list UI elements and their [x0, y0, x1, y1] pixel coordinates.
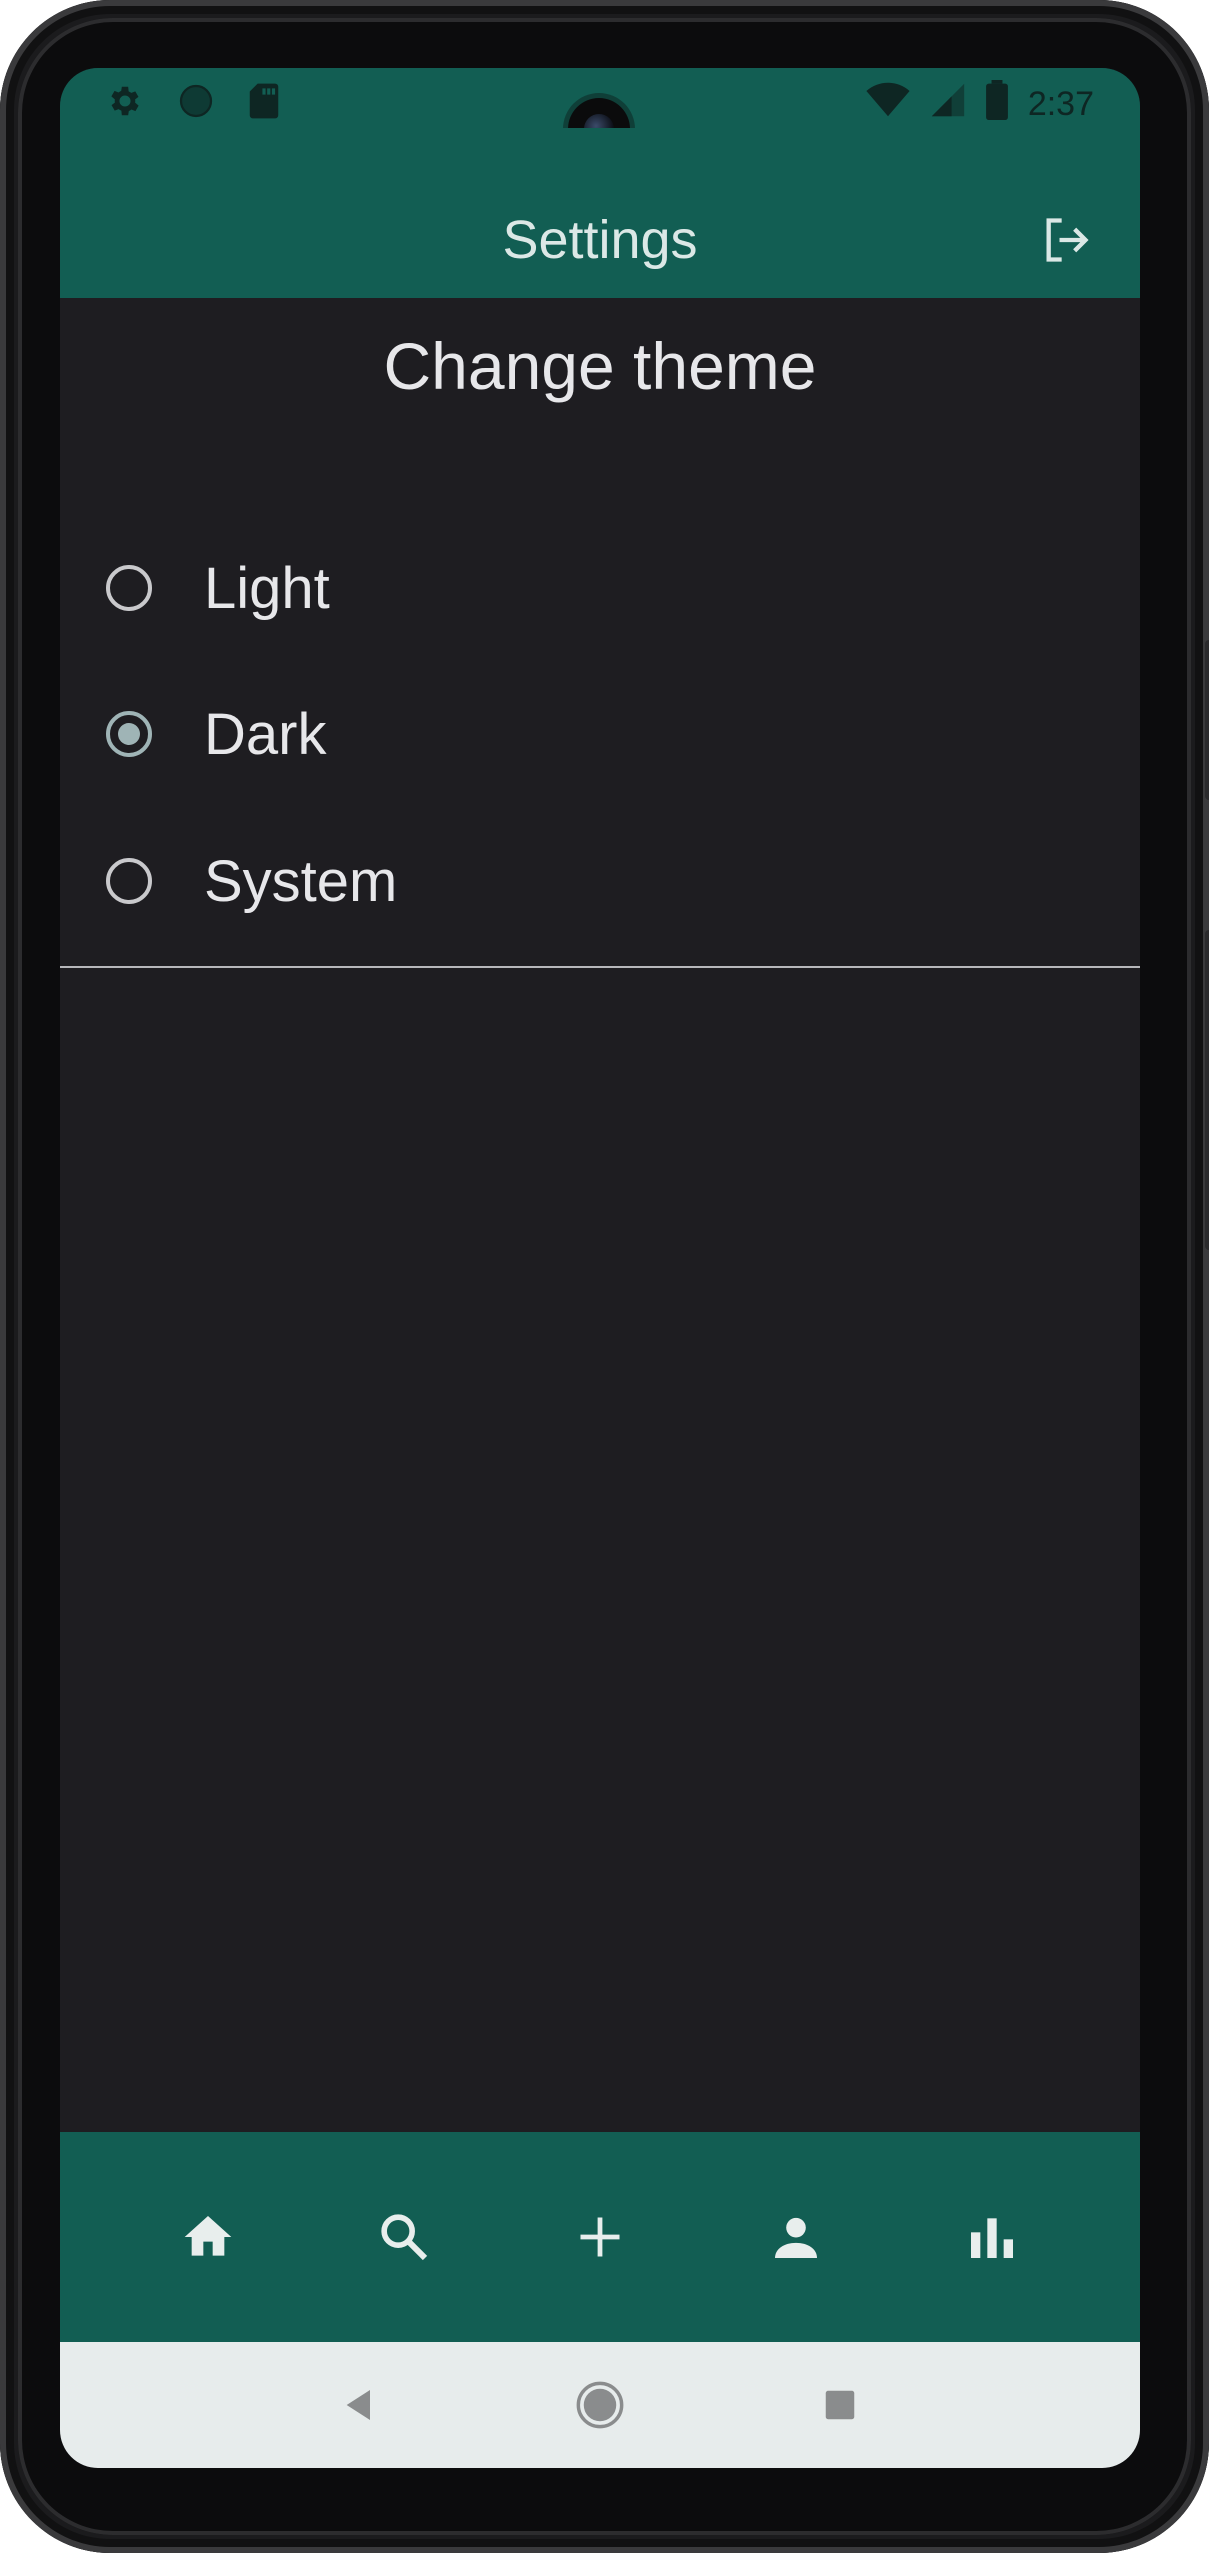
phone-frame: 2:37 Settings Change theme Light Dark Sy… [0, 0, 1209, 2553]
circle-icon [178, 83, 214, 124]
back-icon [346, 2390, 370, 2420]
system-navigation-bar [60, 2342, 1140, 2468]
search-icon [381, 2214, 428, 2261]
screen: 2:37 Settings Change theme Light Dark Sy… [60, 68, 1140, 2468]
home-circle-icon [576, 2381, 624, 2429]
logout-button[interactable] [1038, 212, 1094, 268]
nav-add[interactable] [560, 2197, 640, 2277]
clock: 2:37 [1027, 85, 1094, 123]
gear-icon [106, 82, 144, 125]
battery-icon [985, 80, 1008, 129]
add-icon [580, 2217, 620, 2257]
theme-option-system[interactable]: System [106, 831, 1096, 931]
home-icon [184, 2216, 232, 2256]
system-back-button[interactable] [330, 2375, 390, 2435]
radio-system[interactable] [106, 858, 152, 904]
system-home-button[interactable] [570, 2375, 630, 2435]
volume-button [1205, 640, 1209, 800]
bottom-navigation [60, 2132, 1140, 2342]
status-bar: 2:37 [60, 68, 1140, 160]
radio-label: System [204, 848, 398, 914]
radio-light[interactable] [106, 565, 152, 611]
app-bar: Settings [60, 128, 1140, 298]
bar-chart-icon [971, 2218, 1013, 2258]
logout-icon [1046, 218, 1089, 262]
radio-dark[interactable] [106, 711, 152, 757]
wifi-icon [866, 82, 910, 127]
page-title: Settings [502, 210, 698, 270]
power-button [1205, 930, 1209, 1250]
signal-icon [930, 82, 966, 127]
system-recents-button[interactable] [810, 2375, 870, 2435]
theme-option-dark[interactable]: Dark [106, 684, 1096, 784]
sd-card-icon [248, 82, 280, 125]
radio-label: Light [204, 555, 330, 621]
nav-profile[interactable] [756, 2197, 836, 2277]
divider [60, 966, 1140, 968]
recents-icon [825, 2390, 855, 2420]
section-title: Change theme [383, 329, 817, 403]
nav-search[interactable] [364, 2197, 444, 2277]
theme-option-light[interactable]: Light [106, 538, 1096, 638]
radio-label: Dark [204, 701, 327, 767]
person-icon [775, 2217, 817, 2258]
nav-home[interactable] [168, 2197, 248, 2277]
nav-stats[interactable] [952, 2197, 1032, 2277]
